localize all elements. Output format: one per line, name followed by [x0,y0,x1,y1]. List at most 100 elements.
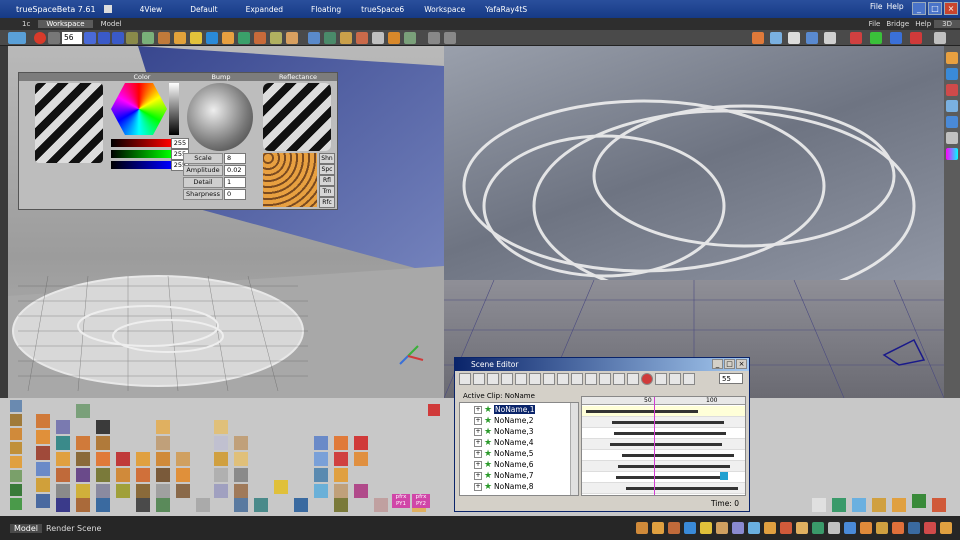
bottom-tool-9-icon[interactable] [764,522,776,534]
play-back-icon[interactable] [84,32,96,44]
reflection-button[interactable]: Rfl [319,175,335,186]
se-copy-icon[interactable] [557,373,569,385]
detail-field[interactable]: 1 [224,177,246,188]
bottom-tool-2-icon[interactable] [652,522,664,534]
bottom-tool-5-icon[interactable] [700,522,712,534]
timeline-row-8[interactable] [582,483,745,494]
specular-button[interactable]: Spc [319,164,335,175]
layout-floating[interactable]: Floating [293,5,351,14]
path-icon[interactable] [142,32,154,44]
layout-yafaray[interactable]: YafaRay4tS [475,5,537,14]
object-tool-icon[interactable] [8,32,26,44]
menu-file[interactable]: File [870,2,883,11]
time-cursor[interactable] [654,397,655,495]
workspace-viewport[interactable]: Color 255 255 255 Bump Scale 8 Amplitude… [8,46,444,398]
bevel-icon[interactable] [946,100,958,112]
layout-truespace6[interactable]: trueSpace6 [351,5,414,14]
bump-preview-sphere[interactable] [187,83,253,151]
tree-row-6[interactable]: + ★ NoName,6 [460,459,570,470]
se-cut-icon[interactable] [543,373,555,385]
python-button-1[interactable]: pfrx PY1 [392,494,410,508]
bottom-tool-18-icon[interactable] [908,522,920,534]
x-axis-icon[interactable] [870,32,882,44]
brush-icon[interactable] [270,32,282,44]
color-palette-icon[interactable] [946,148,958,160]
blue-slider[interactable] [111,161,171,169]
menu-help-2[interactable]: Help [912,20,934,28]
se-delete-icon[interactable] [515,373,527,385]
active-clip-value[interactable]: NoName [505,392,535,400]
layout-dropdown-icon[interactable] [103,5,112,13]
tree-row-2[interactable]: + ★ NoName,2 [460,415,570,426]
bottom-tool-10-icon[interactable] [780,522,792,534]
timeline-row-7[interactable] [582,472,745,483]
menu-bridge[interactable]: Bridge [883,20,912,28]
timeline-row-2[interactable] [582,417,745,428]
y-axis-icon[interactable] [890,32,902,44]
z-axis-icon[interactable] [910,32,922,44]
timeline-ruler[interactable]: 50 100 [582,397,745,405]
reflectance-preview-sphere[interactable] [263,83,331,151]
se-lock-icon[interactable] [585,373,597,385]
se-new-icon[interactable] [459,373,471,385]
lathe-icon[interactable] [946,84,958,96]
end-icon[interactable] [112,32,124,44]
tree-row-7[interactable]: + ★ NoName,7 [460,470,570,481]
cube-primitive-icon[interactable] [946,68,958,80]
tree-row-4[interactable]: + ★ NoName,4 [460,437,570,448]
tool-icon[interactable] [372,32,384,44]
amplitude-field[interactable]: 0.02 [224,165,246,176]
refraction-button[interactable]: Rfc [319,197,335,208]
texture-icon[interactable] [254,32,266,44]
reflectance-presets-grid[interactable] [263,153,317,207]
bottom-tool-11-icon[interactable] [796,522,808,534]
se-prev-frame-icon[interactable] [683,373,695,385]
camera-view-icon[interactable] [806,32,818,44]
timeline-row-3[interactable] [582,428,745,439]
light-icon[interactable] [190,32,202,44]
bottom-tool-14-icon[interactable] [844,522,856,534]
axes-xyz-icon[interactable] [850,32,862,44]
cube-view-icon[interactable] [770,32,782,44]
view-3d-label[interactable]: 3D [934,20,960,28]
python-button-2[interactable]: pfrx PY2 [412,494,430,508]
se-hierarchy-icon[interactable] [473,373,485,385]
minimize-button[interactable]: _ [912,2,926,15]
brightness-slider[interactable] [169,83,179,135]
menu-help[interactable]: Help [887,2,904,11]
animation-timeline[interactable]: 50 100 [581,396,746,496]
bottom-tool-12-icon[interactable] [812,522,824,534]
maximize-button[interactable]: □ [928,2,942,15]
bottom-tool-6-icon[interactable] [716,522,728,534]
cube-icon[interactable] [206,32,218,44]
se-paste-icon[interactable] [571,373,583,385]
material-icon[interactable] [174,32,186,44]
bottom-tool-7-icon[interactable] [732,522,744,534]
layout-default[interactable]: Default [172,5,227,14]
arrow-down-icon[interactable] [444,32,456,44]
sharpness-field[interactable]: 0 [224,189,246,200]
record-icon[interactable] [34,32,46,44]
color-wheel[interactable] [111,83,167,135]
status-tab-model[interactable]: Model [10,523,43,533]
timeline-row-5[interactable] [582,450,745,461]
timeline-row-1[interactable] [582,406,745,417]
bake-icon[interactable] [388,32,400,44]
view-options-icon[interactable] [934,32,946,44]
layout-expanded[interactable]: Expanded [228,5,293,14]
se-add-key-icon[interactable] [529,373,541,385]
se-loop-icon[interactable] [627,373,639,385]
tab-number[interactable]: 1c [0,20,38,28]
tree-row-5[interactable]: + ★ NoName,5 [460,448,570,459]
green-slider[interactable] [111,150,171,158]
se-frame-input[interactable]: 55 [719,373,743,384]
bottom-tool-1-icon[interactable] [636,522,648,534]
layout-4view[interactable]: 4View [130,5,173,14]
tree-row-1[interactable]: + ★ NoName,1 [460,404,570,415]
bottom-tool-19-icon[interactable] [924,522,936,534]
arrow-up-icon[interactable] [428,32,440,44]
shininess-button[interactable]: Shn [319,153,335,164]
sphere-primitive-icon[interactable] [946,52,958,64]
keyframe-marker[interactable] [720,472,728,480]
tab-workspace[interactable]: Workspace [38,20,93,28]
